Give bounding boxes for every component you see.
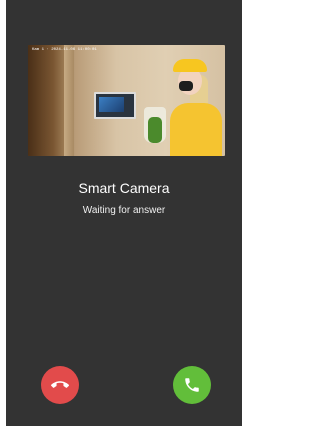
door-image-region: [28, 45, 64, 156]
accept-call-button[interactable]: [173, 366, 211, 404]
decline-call-button[interactable]: [41, 366, 79, 404]
device-name: Smart Camera: [78, 180, 170, 196]
wall-monitor-image: [94, 92, 136, 119]
video-timestamp-overlay: Kam 1 · 2024-11-06 11:00:01: [32, 48, 97, 52]
call-status: Waiting for answer: [82, 205, 166, 216]
phone-hangup-icon: [51, 381, 69, 388]
camera-video-feed: Kam 1 · 2024-11-06 11:00:01: [28, 45, 225, 156]
phone-icon: [185, 378, 199, 392]
visitor-image: [170, 103, 222, 156]
call-screen: Kam 1 · 2024-11-06 11:00:01 Smart Camera…: [6, 0, 242, 426]
